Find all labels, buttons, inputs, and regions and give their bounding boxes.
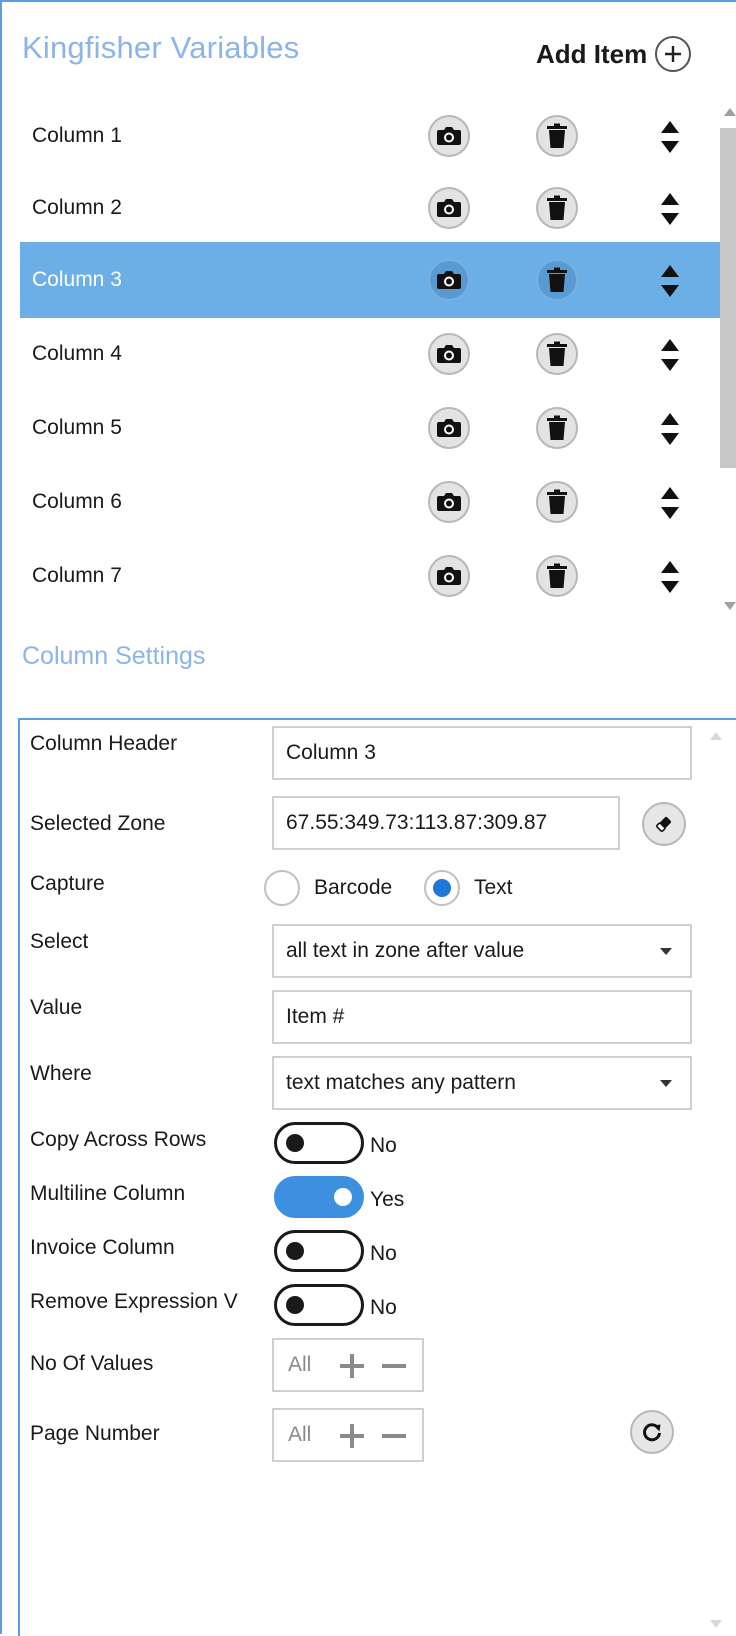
- columns-scrollbar[interactable]: [720, 102, 736, 618]
- no-of-values-value: All: [288, 1353, 312, 1376]
- capture-label: Capture: [30, 872, 105, 895]
- column-row[interactable]: Column 2: [20, 170, 720, 246]
- add-item-label: Add Item: [536, 38, 648, 69]
- page-title: Kingfisher Variables: [22, 30, 300, 65]
- scroll-thumb[interactable]: [720, 128, 736, 468]
- capture-text-radio[interactable]: [424, 870, 460, 906]
- sort-arrows-icon[interactable]: [660, 560, 680, 594]
- sort-arrows-icon[interactable]: [660, 338, 680, 372]
- column-settings-title: Column Settings: [22, 642, 206, 670]
- camera-icon[interactable]: [428, 407, 470, 449]
- plus-icon[interactable]: [336, 1420, 368, 1452]
- minus-icon[interactable]: [378, 1350, 410, 1382]
- app-frame: Kingfisher Variables Add Item Column 1 C…: [0, 0, 736, 1636]
- column-row[interactable]: Column 4: [20, 316, 720, 392]
- plus-circle-icon: [655, 36, 692, 72]
- sort-arrows-icon[interactable]: [660, 192, 680, 226]
- sort-arrows-icon[interactable]: [660, 412, 680, 446]
- where-dropdown-value: text matches any pattern: [286, 1071, 516, 1094]
- page-number-stepper[interactable]: All: [272, 1408, 424, 1462]
- remove-expression-toggle[interactable]: [274, 1284, 364, 1326]
- page-number-value: All: [288, 1423, 312, 1446]
- trash-icon[interactable]: [536, 115, 578, 157]
- columns-list: Column 1 Column 2 Column 3 Column 4 Colu…: [20, 98, 720, 638]
- chevron-down-icon: [660, 1080, 672, 1087]
- capture-barcode-label: Barcode: [314, 876, 393, 899]
- trash-icon[interactable]: [536, 187, 578, 229]
- trash-icon[interactable]: [536, 259, 578, 301]
- value-input[interactable]: Item #: [272, 990, 692, 1044]
- copy-across-rows-toggle[interactable]: [274, 1122, 364, 1164]
- chevron-down-icon: [660, 948, 672, 955]
- no-of-values-stepper[interactable]: All: [272, 1338, 424, 1392]
- column-row-label: Column 3: [32, 268, 122, 291]
- trash-icon[interactable]: [536, 407, 578, 449]
- copy-across-rows-label: Copy Across Rows: [30, 1128, 207, 1151]
- column-header-input[interactable]: Column 3: [272, 726, 692, 780]
- sort-arrows-icon[interactable]: [660, 486, 680, 520]
- settings-scroll-up-icon[interactable]: [710, 732, 722, 740]
- scroll-down-arrow-icon[interactable]: [724, 602, 736, 610]
- invoice-column-state: No: [370, 1242, 397, 1265]
- camera-icon[interactable]: [428, 555, 470, 597]
- trash-icon[interactable]: [536, 481, 578, 523]
- column-row-label: Column 1: [32, 124, 122, 147]
- sort-arrows-icon[interactable]: [660, 120, 680, 154]
- camera-icon[interactable]: [428, 115, 470, 157]
- multiline-column-label: Multiline Column: [30, 1182, 186, 1205]
- invoice-column-toggle[interactable]: [274, 1230, 364, 1272]
- camera-icon[interactable]: [428, 259, 470, 301]
- select-dropdown-value: all text in zone after value: [286, 939, 525, 962]
- camera-icon[interactable]: [428, 333, 470, 375]
- select-label: Select: [30, 930, 89, 953]
- refresh-icon[interactable]: [630, 1410, 674, 1454]
- selected-zone-label: Selected Zone: [30, 812, 166, 835]
- column-row-label: Column 2: [32, 196, 122, 219]
- select-dropdown[interactable]: all text in zone after value: [272, 924, 692, 978]
- column-settings-panel: Column Header Column 3 Selected Zone 67.…: [18, 718, 736, 1636]
- column-header-label: Column Header: [30, 732, 178, 755]
- column-row-label: Column 6: [32, 490, 122, 513]
- plus-icon[interactable]: [336, 1350, 368, 1382]
- column-row[interactable]: Column 6: [20, 464, 720, 540]
- where-dropdown[interactable]: text matches any pattern: [272, 1056, 692, 1110]
- column-row[interactable]: Column 5: [20, 390, 720, 466]
- column-row[interactable]: Column 7: [20, 538, 720, 614]
- camera-icon[interactable]: [428, 481, 470, 523]
- eraser-icon[interactable]: [642, 802, 686, 846]
- capture-text-label: Text: [474, 876, 513, 899]
- multiline-column-state: Yes: [370, 1188, 405, 1211]
- trash-icon[interactable]: [536, 555, 578, 597]
- where-label: Where: [30, 1062, 92, 1085]
- remove-expression-label: Remove Expression V: [30, 1290, 238, 1313]
- no-of-values-label: No Of Values: [30, 1352, 154, 1375]
- value-label: Value: [30, 996, 83, 1019]
- copy-across-rows-state: No: [370, 1134, 397, 1157]
- multiline-column-toggle[interactable]: [274, 1176, 364, 1218]
- selected-zone-input[interactable]: 67.55:349.73:113.87:309.87: [272, 796, 620, 850]
- column-row[interactable]: Column 1: [20, 98, 720, 174]
- trash-icon[interactable]: [536, 333, 578, 375]
- capture-barcode-radio[interactable]: [264, 870, 300, 906]
- scroll-up-arrow-icon[interactable]: [724, 108, 736, 116]
- settings-scroll-down-icon[interactable]: [710, 1620, 722, 1628]
- column-row[interactable]: Column 3: [20, 242, 720, 318]
- page-number-label: Page Number: [30, 1422, 160, 1445]
- column-row-label: Column 4: [32, 342, 122, 365]
- sort-arrows-icon[interactable]: [660, 264, 680, 298]
- column-row-label: Column 5: [32, 416, 122, 439]
- minus-icon[interactable]: [378, 1420, 410, 1452]
- column-row-label: Column 7: [32, 564, 122, 587]
- add-item-button[interactable]: Add Item: [536, 36, 692, 72]
- remove-expression-state: No: [370, 1296, 397, 1319]
- camera-icon[interactable]: [428, 187, 470, 229]
- invoice-column-label: Invoice Column: [30, 1236, 175, 1259]
